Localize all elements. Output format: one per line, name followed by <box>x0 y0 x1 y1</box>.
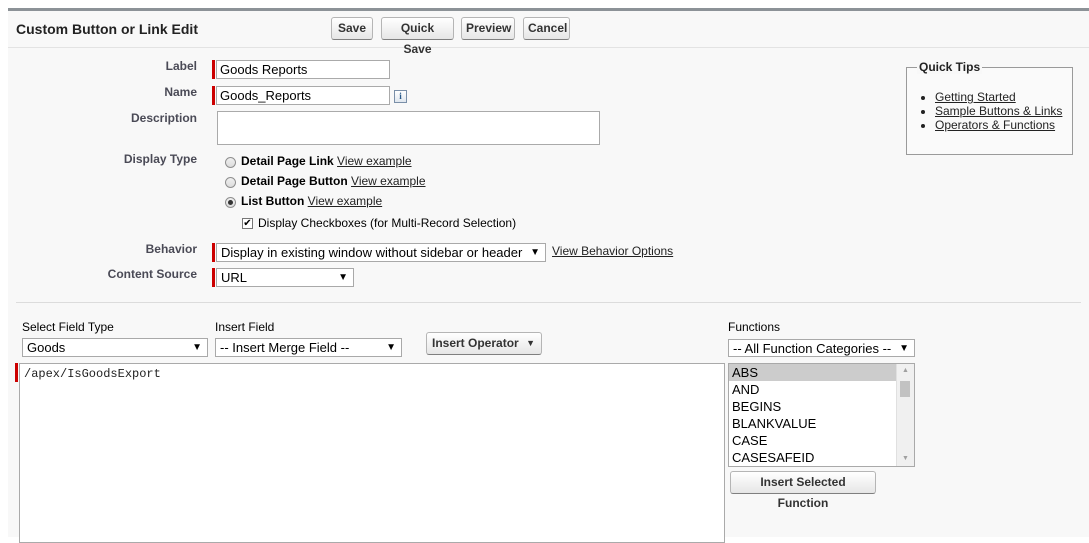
behavior-value: Display in existing window without sideb… <box>221 245 523 260</box>
required-indicator <box>212 243 215 262</box>
radio-list-button[interactable] <box>225 197 236 208</box>
getting-started-link[interactable]: Getting Started <box>935 90 1016 104</box>
sample-buttons-links-link[interactable]: Sample Buttons & Links <box>935 104 1062 118</box>
display-checkboxes-label: Display Checkboxes (for Multi-Record Sel… <box>258 216 517 230</box>
description-field-label: Description <box>130 111 197 125</box>
insert-operator-button[interactable]: Insert Operator ▼ <box>426 332 542 355</box>
formula-text: /apex/IsGoodsExport <box>24 367 161 381</box>
page-header: Custom Button or Link Edit Save Quick Sa… <box>8 11 1089 56</box>
required-indicator <box>212 60 215 79</box>
insert-operator-label: Insert Operator <box>432 336 519 350</box>
required-indicator <box>15 363 18 382</box>
radio-detail-page-link[interactable] <box>225 157 236 168</box>
scrollbar-thumb[interactable] <box>900 381 910 397</box>
display-type-label: Display Type <box>123 152 197 166</box>
insert-selected-function-button[interactable]: Insert Selected Function <box>730 471 876 510</box>
required-indicator <box>212 86 215 105</box>
chevron-down-icon: ▼ <box>530 247 540 258</box>
preview-button[interactable]: Preview <box>461 17 515 40</box>
option-label: Detail Page Link <box>241 154 334 168</box>
description-textarea[interactable] <box>217 111 600 145</box>
field-type-value: Goods <box>27 340 66 355</box>
label-field-label: Label <box>165 59 197 73</box>
list-item[interactable]: ABS <box>729 364 897 381</box>
list-item: Sample Buttons & Links <box>935 104 1062 118</box>
functions-listbox[interactable]: ABS AND BEGINS BLANKVALUE CASE CASESAFEI… <box>728 363 915 467</box>
scroll-up-icon[interactable]: ▲ <box>897 364 914 378</box>
scroll-down-icon[interactable]: ▼ <box>897 452 914 466</box>
list-item: Getting Started <box>935 90 1062 104</box>
chevron-down-icon: ▼ <box>386 342 396 353</box>
required-indicator <box>212 268 215 287</box>
scrollbar[interactable]: ▲ ▼ <box>896 364 914 466</box>
select-field-type-label: Select Field Type <box>22 320 114 334</box>
operators-functions-link[interactable]: Operators & Functions <box>935 118 1055 132</box>
function-category-select[interactable]: -- All Function Categories -- ▼ <box>728 339 915 357</box>
field-type-select[interactable]: Goods ▼ <box>22 338 208 357</box>
content-source-label: Content Source <box>107 267 197 281</box>
content-source-value: URL <box>221 270 248 285</box>
list-item[interactable]: BEGINS <box>729 398 897 415</box>
chevron-down-icon: ▼ <box>899 343 909 354</box>
list-item[interactable]: AND <box>729 381 897 398</box>
chevron-down-icon: ▼ <box>526 338 535 348</box>
name-field-label: Name <box>164 85 197 99</box>
label-input[interactable]: Goods Reports <box>216 60 390 79</box>
functions-label: Functions <box>728 320 781 334</box>
formula-editor[interactable]: /apex/IsGoodsExport <box>19 363 725 543</box>
content-source-select[interactable]: URL ▼ <box>216 268 354 287</box>
info-icon[interactable]: i <box>394 90 407 103</box>
option-label: List Button <box>241 194 305 208</box>
list-item: Operators & Functions <box>935 118 1062 132</box>
behavior-select[interactable]: Display in existing window without sideb… <box>216 243 546 262</box>
view-behavior-options-link[interactable]: View Behavior Options <box>552 244 673 258</box>
page-title: Custom Button or Link Edit <box>16 21 198 37</box>
cancel-button[interactable]: Cancel <box>523 17 570 40</box>
page: Custom Button or Link Edit Save Quick Sa… <box>8 8 1089 543</box>
section-divider <box>16 302 1081 303</box>
option-label: Detail Page Button <box>241 174 348 188</box>
view-example-link[interactable]: View example <box>351 174 425 188</box>
list-item[interactable]: CASE <box>729 432 897 449</box>
quick-tips-title: Quick Tips <box>917 60 983 74</box>
view-example-link[interactable]: View example <box>337 154 411 168</box>
quick-tips-box: Quick Tips Getting Started Sample Button… <box>906 60 1073 155</box>
quick-tips-list: Getting Started Sample Buttons & Links O… <box>907 90 1062 132</box>
list-item[interactable]: CASESAFEID <box>729 449 897 466</box>
list-item[interactable]: BLANKVALUE <box>729 415 897 432</box>
name-input[interactable]: Goods_Reports <box>216 86 390 105</box>
radio-detail-page-button[interactable] <box>225 177 236 188</box>
detail-page-link-option: Detail Page Link View example <box>241 154 412 168</box>
radio-selected-dot <box>228 200 233 205</box>
function-category-value: -- All Function Categories -- <box>733 341 892 356</box>
insert-field-label: Insert Field <box>215 320 275 334</box>
quick-save-button[interactable]: Quick Save <box>381 17 454 56</box>
insert-merge-field-select[interactable]: -- Insert Merge Field -- ▼ <box>215 338 402 357</box>
save-button[interactable]: Save <box>331 17 373 40</box>
chevron-down-icon: ▼ <box>192 342 202 353</box>
detail-page-button-option: Detail Page Button View example <box>241 174 426 188</box>
list-button-option: List Button View example <box>241 194 382 208</box>
insert-field-value: -- Insert Merge Field -- <box>220 340 350 355</box>
view-example-link[interactable]: View example <box>308 194 382 208</box>
behavior-label: Behavior <box>145 242 197 256</box>
chevron-down-icon: ▼ <box>338 272 348 283</box>
display-checkboxes-checkbox[interactable]: ✔ <box>242 218 253 229</box>
